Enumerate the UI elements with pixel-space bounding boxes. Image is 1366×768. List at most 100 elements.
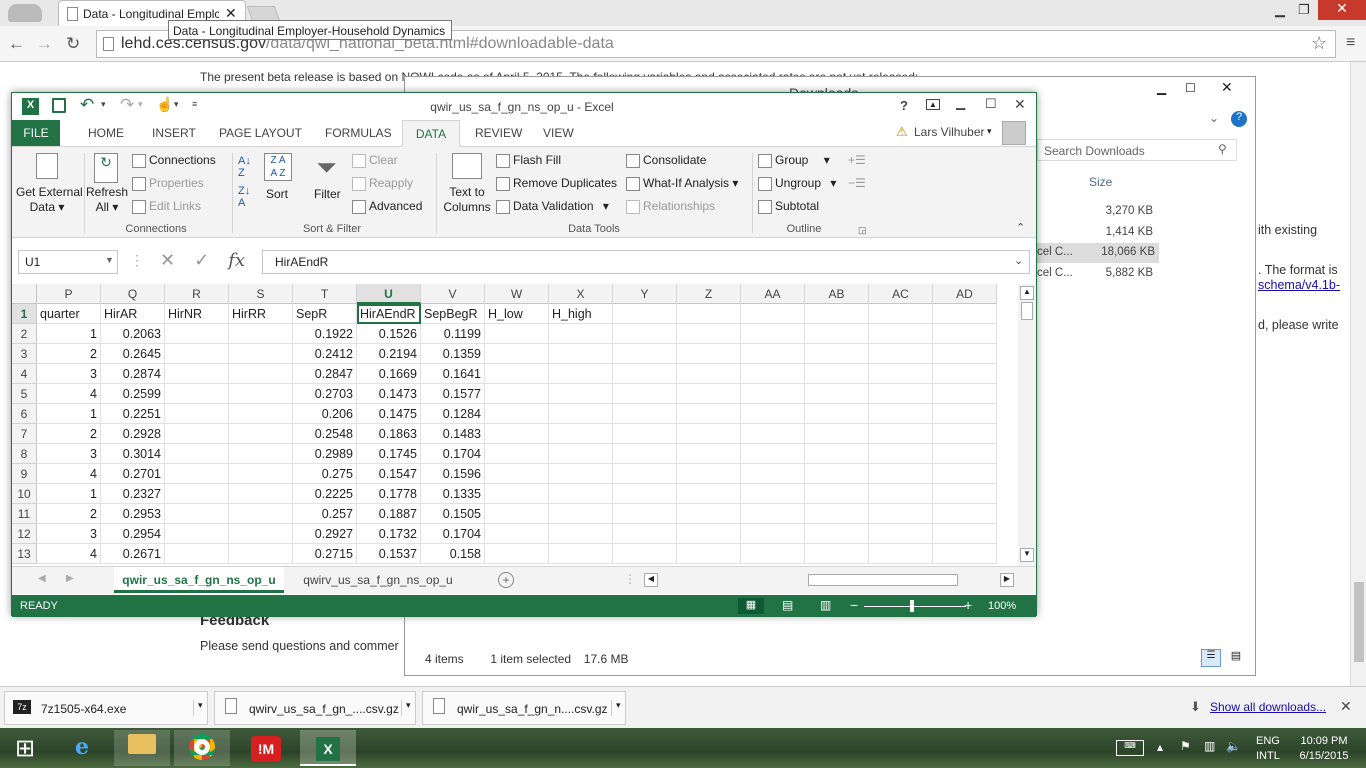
data-cell[interactable] <box>869 444 933 464</box>
data-cell[interactable] <box>165 504 229 524</box>
text-to-columns-button[interactable]: Text to Columns <box>440 185 494 215</box>
data-cell[interactable]: 4 <box>37 544 101 564</box>
sheet-next-icon[interactable]: ▶ <box>66 573 74 584</box>
data-cell[interactable]: 0.1284 <box>421 404 485 424</box>
download-row[interactable]: 3,270 KB <box>1037 202 1157 222</box>
header-cell[interactable]: quarter <box>37 304 101 324</box>
data-cell[interactable] <box>677 404 741 424</box>
new-sheet-icon[interactable]: + <box>498 572 514 588</box>
data-cell[interactable] <box>741 484 805 504</box>
header-cell[interactable] <box>613 304 677 324</box>
tab-insert[interactable]: INSERT <box>152 126 196 140</box>
row-header[interactable]: 9 <box>12 464 37 484</box>
data-cell[interactable] <box>741 524 805 544</box>
data-cell[interactable] <box>485 424 549 444</box>
data-cell[interactable] <box>165 404 229 424</box>
clock[interactable]: 10:09 PM 6/15/2015 <box>1294 734 1354 764</box>
scroll-up-icon[interactable]: ▲ <box>1020 286 1034 300</box>
data-cell[interactable] <box>485 364 549 384</box>
data-cell[interactable] <box>613 364 677 384</box>
row-header[interactable]: 1 <box>12 304 37 324</box>
data-cell[interactable] <box>933 344 997 364</box>
column-header[interactable]: S <box>229 284 293 304</box>
select-all-corner[interactable] <box>12 284 37 304</box>
header-cell[interactable] <box>677 304 741 324</box>
dl-minimize-icon[interactable]: ▁ <box>1157 81 1166 95</box>
data-cell[interactable] <box>869 344 933 364</box>
relationships-button[interactable]: Relationships <box>626 199 715 214</box>
data-cell[interactable] <box>869 544 933 564</box>
data-cell[interactable] <box>933 504 997 524</box>
subtotal-button[interactable]: Subtotal <box>758 199 819 214</box>
data-cell[interactable] <box>677 424 741 444</box>
data-cell[interactable]: 0.2063 <box>101 324 165 344</box>
download-item-qwirv[interactable]: qwirv_us_sa_f_gn_....csv.gz ▾ <box>214 691 416 725</box>
data-cell[interactable] <box>549 464 613 484</box>
data-cell[interactable]: 0.1922 <box>293 324 357 344</box>
chevron-down-icon[interactable]: ▼ <box>105 255 114 265</box>
data-cell[interactable]: 0.1745 <box>357 444 421 464</box>
sheet-tab-qwir[interactable]: qwir_us_sa_f_gn_ns_op_u <box>114 567 284 593</box>
save-icon[interactable] <box>52 98 66 113</box>
page-break-view-icon[interactable]: ▥ <box>820 598 831 612</box>
bookmark-star-icon[interactable]: ☆ <box>1311 33 1327 54</box>
data-cell[interactable]: 0.1887 <box>357 504 421 524</box>
data-cell[interactable] <box>549 384 613 404</box>
data-cell[interactable] <box>485 464 549 484</box>
data-cell[interactable] <box>549 404 613 424</box>
tab-page-layout[interactable]: PAGE LAYOUT <box>219 126 302 140</box>
data-cell[interactable] <box>165 524 229 544</box>
data-validation-button[interactable]: Data Validation ▾ <box>496 199 609 214</box>
data-cell[interactable]: 0.2715 <box>293 544 357 564</box>
data-cell[interactable] <box>933 524 997 544</box>
data-cell[interactable]: 0.1704 <box>421 444 485 464</box>
data-cell[interactable]: 0.1704 <box>421 524 485 544</box>
data-cell[interactable] <box>229 364 293 384</box>
group-button[interactable]: Group ▾ <box>758 153 830 168</box>
page-scrollbar[interactable] <box>1350 62 1366 686</box>
data-cell[interactable] <box>805 464 869 484</box>
data-cell[interactable]: 2 <box>37 424 101 444</box>
column-header[interactable]: R <box>165 284 229 304</box>
data-cell[interactable] <box>229 344 293 364</box>
data-cell[interactable] <box>613 324 677 344</box>
size-column-header[interactable]: Size <box>1089 175 1112 189</box>
data-cell[interactable] <box>677 344 741 364</box>
details-view-icon[interactable]: ☰ <box>1201 649 1221 667</box>
data-cell[interactable] <box>485 344 549 364</box>
undo-dropdown-icon[interactable]: ▾ <box>101 99 106 110</box>
column-header[interactable]: AC <box>869 284 933 304</box>
data-cell[interactable] <box>485 524 549 544</box>
data-cell[interactable] <box>805 424 869 444</box>
column-header[interactable]: AB <box>805 284 869 304</box>
data-cell[interactable]: 0.2928 <box>101 424 165 444</box>
data-cell[interactable]: 2 <box>37 504 101 524</box>
data-cell[interactable] <box>677 484 741 504</box>
download-row[interactable]: 1,414 KB <box>1037 223 1157 243</box>
data-cell[interactable] <box>933 364 997 384</box>
data-cell[interactable]: 0.1641 <box>421 364 485 384</box>
data-cell[interactable] <box>933 324 997 344</box>
data-cell[interactable] <box>229 404 293 424</box>
data-cell[interactable]: 2 <box>37 344 101 364</box>
header-cell[interactable]: HirNR <box>165 304 229 324</box>
data-cell[interactable] <box>485 484 549 504</box>
data-cell[interactable] <box>165 344 229 364</box>
data-cell[interactable] <box>165 484 229 504</box>
data-cell[interactable] <box>549 444 613 464</box>
sort-button[interactable]: Sort <box>266 187 288 201</box>
data-cell[interactable] <box>549 484 613 504</box>
download-row-selected[interactable]: cel C... 18,066 KB <box>1037 243 1159 263</box>
row-header[interactable]: 13 <box>12 544 37 564</box>
undo-icon[interactable]: ↶ <box>80 95 94 115</box>
touch-mode-icon[interactable]: ☝ <box>156 96 173 113</box>
data-cell[interactable] <box>613 484 677 504</box>
data-cell[interactable] <box>741 544 805 564</box>
column-header[interactable]: T <box>293 284 357 304</box>
data-cell[interactable] <box>805 384 869 404</box>
show-detail-icon[interactable]: +☰ <box>848 153 866 167</box>
data-cell[interactable] <box>741 424 805 444</box>
data-cell[interactable]: 0.2703 <box>293 384 357 404</box>
tab-home[interactable]: HOME <box>88 126 124 140</box>
header-cell[interactable] <box>805 304 869 324</box>
